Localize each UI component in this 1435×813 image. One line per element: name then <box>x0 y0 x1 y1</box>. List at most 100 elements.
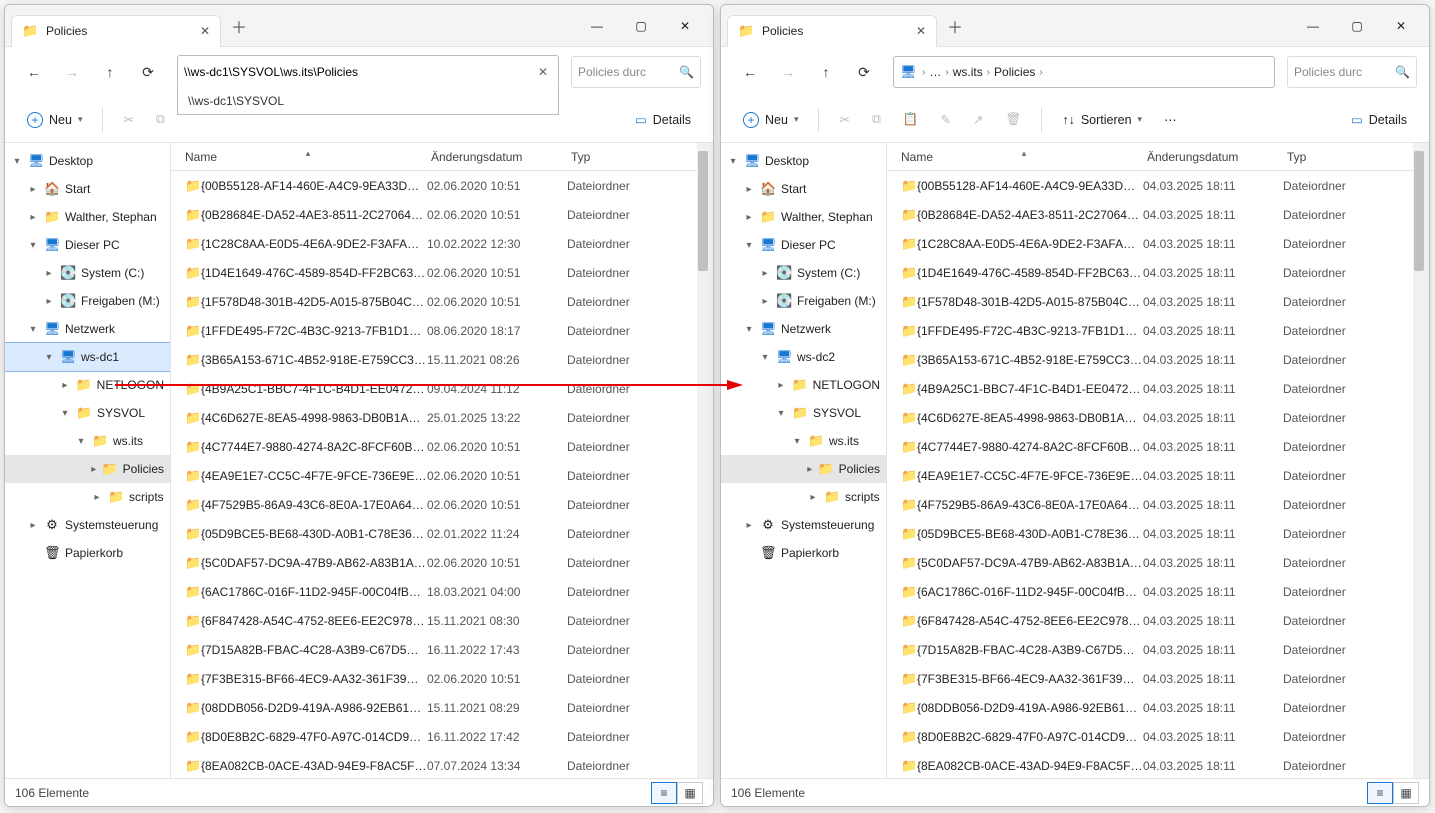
tree-item[interactable]: ▾🖥Desktop <box>5 147 170 175</box>
column-headers[interactable]: ▴Name Änderungsdatum Typ <box>887 143 1425 171</box>
tree-item[interactable]: ▸⚙Systemsteuerung <box>5 511 170 539</box>
rename-button[interactable]: ✎ <box>932 104 958 136</box>
chevron-icon[interactable]: ▾ <box>743 324 755 335</box>
file-row[interactable]: 📁{4C6D627E-8EA5-4998-9863-DB0B1AABA...04… <box>887 403 1425 432</box>
chevron-icon[interactable]: ▸ <box>43 296 55 307</box>
tree-item[interactable]: ▸📁NETLOGON <box>5 371 170 399</box>
file-row[interactable]: 📁{05D9BCE5-BE68-430D-A0B1-C78E362E8E...0… <box>171 519 709 548</box>
chevron-icon[interactable]: ▸ <box>743 184 755 195</box>
refresh-button[interactable]: ⟳ <box>131 55 165 89</box>
address-bar[interactable]: 🖥 › … › ws.its › Policies › <box>893 56 1275 88</box>
chevron-icon[interactable]: ▾ <box>11 156 23 167</box>
file-row[interactable]: 📁{4B9A25C1-BBC7-4F1C-B4D1-EE047244C...04… <box>887 374 1425 403</box>
file-row[interactable]: 📁{4C6D627E-8EA5-4998-9863-DB0B1AABA...25… <box>171 403 709 432</box>
tab-policies[interactable]: 📁 Policies ✕ <box>727 15 937 47</box>
file-row[interactable]: 📁{1FFDE495-F72C-4B3C-9213-7FB1D13092...0… <box>887 316 1425 345</box>
tree-item[interactable]: ▸🏠Start <box>5 175 170 203</box>
cut-button[interactable]: ✂ <box>115 104 141 136</box>
up-button[interactable]: ↑ <box>93 55 127 89</box>
file-row[interactable]: 📁{8EA082CB-0ACE-43AD-94E9-F8AC5FC1E...07… <box>171 751 709 778</box>
path-input[interactable] <box>184 65 534 79</box>
tree-item[interactable]: ▸💽Freigaben (M:) <box>721 287 886 315</box>
tree-item[interactable]: 🗑Papierkorb <box>5 539 170 567</box>
scroll-thumb[interactable] <box>698 151 708 271</box>
chevron-icon[interactable]: ▸ <box>759 268 771 279</box>
tree-item[interactable]: ▸📁Walther, Stephan <box>5 203 170 231</box>
tree-item[interactable]: ▾🖥Netzwerk <box>5 315 170 343</box>
tree-item[interactable]: ▸📁NETLOGON <box>721 371 886 399</box>
add-tab-button[interactable]: ＋ <box>947 14 963 38</box>
file-row[interactable]: 📁{8D0E8B2C-6829-47F0-A97C-014CD902A...16… <box>171 722 709 751</box>
chevron-icon[interactable]: ▸ <box>91 492 103 503</box>
file-row[interactable]: 📁{4F7529B5-86A9-43C6-8E0A-17E0A647FA...0… <box>171 490 709 519</box>
tree-item[interactable]: ▾📁ws.its <box>721 427 886 455</box>
tree-item[interactable]: ▾📁SYSVOL <box>5 399 170 427</box>
tree-item[interactable]: ▸📁scripts <box>5 483 170 511</box>
file-row[interactable]: 📁{3B65A153-671C-4B52-918E-E759CC314B...0… <box>887 345 1425 374</box>
chevron-icon[interactable]: ▾ <box>43 352 55 363</box>
copy-button[interactable]: ⧉ <box>148 104 173 136</box>
file-row[interactable]: 📁{8D0E8B2C-6829-47F0-A97C-014CD902A...04… <box>887 722 1425 751</box>
tree-item[interactable]: ▸💽System (C:) <box>721 259 886 287</box>
copy-button[interactable]: ⧉ <box>864 104 889 136</box>
maximize-button[interactable]: ▢ <box>1335 8 1379 44</box>
chevron-icon[interactable]: ▾ <box>791 436 803 447</box>
details-view-button[interactable]: ≡ <box>651 782 677 804</box>
column-headers[interactable]: ▴Name Änderungsdatum Typ <box>171 143 709 171</box>
file-row[interactable]: 📁{6AC1786C-016F-11D2-945F-00C04fB984...1… <box>171 577 709 606</box>
close-button[interactable]: ✕ <box>1379 8 1423 44</box>
file-row[interactable]: 📁{1D4E1649-476C-4589-854D-FF2BC63B82...0… <box>887 258 1425 287</box>
chevron-icon[interactable]: ▸ <box>27 212 39 223</box>
file-row[interactable]: 📁{05D9BCE5-BE68-430D-A0B1-C78E362E8E...0… <box>887 519 1425 548</box>
file-row[interactable]: 📁{6AC1786C-016F-11D2-945F-00C04fB984...0… <box>887 577 1425 606</box>
chevron-icon[interactable]: ▸ <box>743 212 755 223</box>
chevron-icon[interactable]: ▸ <box>43 268 55 279</box>
tree-item[interactable]: ▾🖥Dieser PC <box>721 231 886 259</box>
file-row[interactable]: 📁{4B9A25C1-BBC7-4F1C-B4D1-EE047244C...09… <box>171 374 709 403</box>
chevron-icon[interactable]: ▸ <box>27 184 39 195</box>
chevron-icon[interactable]: ▸ <box>807 464 813 475</box>
file-row[interactable]: 📁{7F3BE315-BF66-4EC9-AA32-361F39D30A...0… <box>171 664 709 693</box>
file-row[interactable]: 📁{8EA082CB-0ACE-43AD-94E9-F8AC5FC1E...04… <box>887 751 1425 778</box>
chevron-icon[interactable]: ▸ <box>807 492 819 503</box>
details-toggle[interactable]: ▭ Details <box>1343 104 1415 136</box>
chevron-icon[interactable]: ▾ <box>727 156 739 167</box>
address-bar[interactable]: ✕ \\ws-dc1\SYSVOL <box>177 55 559 90</box>
close-button[interactable]: ✕ <box>663 8 707 44</box>
tree-item[interactable]: ▸📁Policies <box>721 455 886 483</box>
details-toggle[interactable]: ▭ Details <box>627 104 699 136</box>
tree-item[interactable]: ▸⚙Systemsteuerung <box>721 511 886 539</box>
up-button[interactable]: ↑ <box>809 55 843 89</box>
cut-button[interactable]: ✂ <box>831 104 857 136</box>
forward-button[interactable]: → <box>55 55 89 89</box>
chevron-icon[interactable]: ▸ <box>59 380 71 391</box>
file-row[interactable]: 📁{4EA9E1E7-CC5C-4F7E-9FCE-736E9EE10B...0… <box>171 461 709 490</box>
file-row[interactable]: 📁{4F7529B5-86A9-43C6-8E0A-17E0A647FA...0… <box>887 490 1425 519</box>
file-row[interactable]: 📁{1C28C8AA-E0D5-4E6A-9DE2-F3AFAB2D...04.… <box>887 229 1425 258</box>
tree-item[interactable]: ▸📁scripts <box>721 483 886 511</box>
delete-button[interactable]: 🗑 <box>997 104 1029 136</box>
minimize-button[interactable]: — <box>575 8 619 44</box>
file-row[interactable]: 📁{3B65A153-671C-4B52-918E-E759CC314B...1… <box>171 345 709 374</box>
tab-policies[interactable]: 📁 Policies ✕ <box>11 15 221 47</box>
share-button[interactable]: ↗ <box>965 104 991 136</box>
file-row[interactable]: 📁{1F578D48-301B-42D5-A015-875B04CF88...0… <box>171 287 709 316</box>
tree-item[interactable]: ▸📁Walther, Stephan <box>721 203 886 231</box>
chevron-icon[interactable]: ▾ <box>27 324 39 335</box>
add-tab-button[interactable]: ＋ <box>231 14 247 38</box>
forward-button[interactable]: → <box>771 55 805 89</box>
tree-item[interactable]: ▸🏠Start <box>721 175 886 203</box>
breadcrumb-item[interactable]: ws.its <box>951 63 985 81</box>
tree-item[interactable]: ▾🖥Netzwerk <box>721 315 886 343</box>
file-row[interactable]: 📁{08DDB056-D2D9-419A-A986-92EB612E0...15… <box>171 693 709 722</box>
tree-item[interactable]: ▾📁SYSVOL <box>721 399 886 427</box>
chevron-icon[interactable]: ▸ <box>743 520 755 531</box>
tree-item[interactable]: ▾🖥ws-dc1 <box>5 343 170 371</box>
file-row[interactable]: 📁{4C7744E7-9880-4274-8A2C-8FCF60BEF8...0… <box>171 432 709 461</box>
tree-item[interactable]: ▸💽Freigaben (M:) <box>5 287 170 315</box>
chevron-icon[interactable]: ▾ <box>75 436 87 447</box>
chevron-icon[interactable]: ▸ <box>27 520 39 531</box>
chevron-icon[interactable]: ▾ <box>743 240 755 251</box>
tree-item[interactable]: ▸📁Policies <box>5 455 170 483</box>
file-row[interactable]: 📁{6F847428-A54C-4752-8EE6-EE2C9781EB5...… <box>887 606 1425 635</box>
